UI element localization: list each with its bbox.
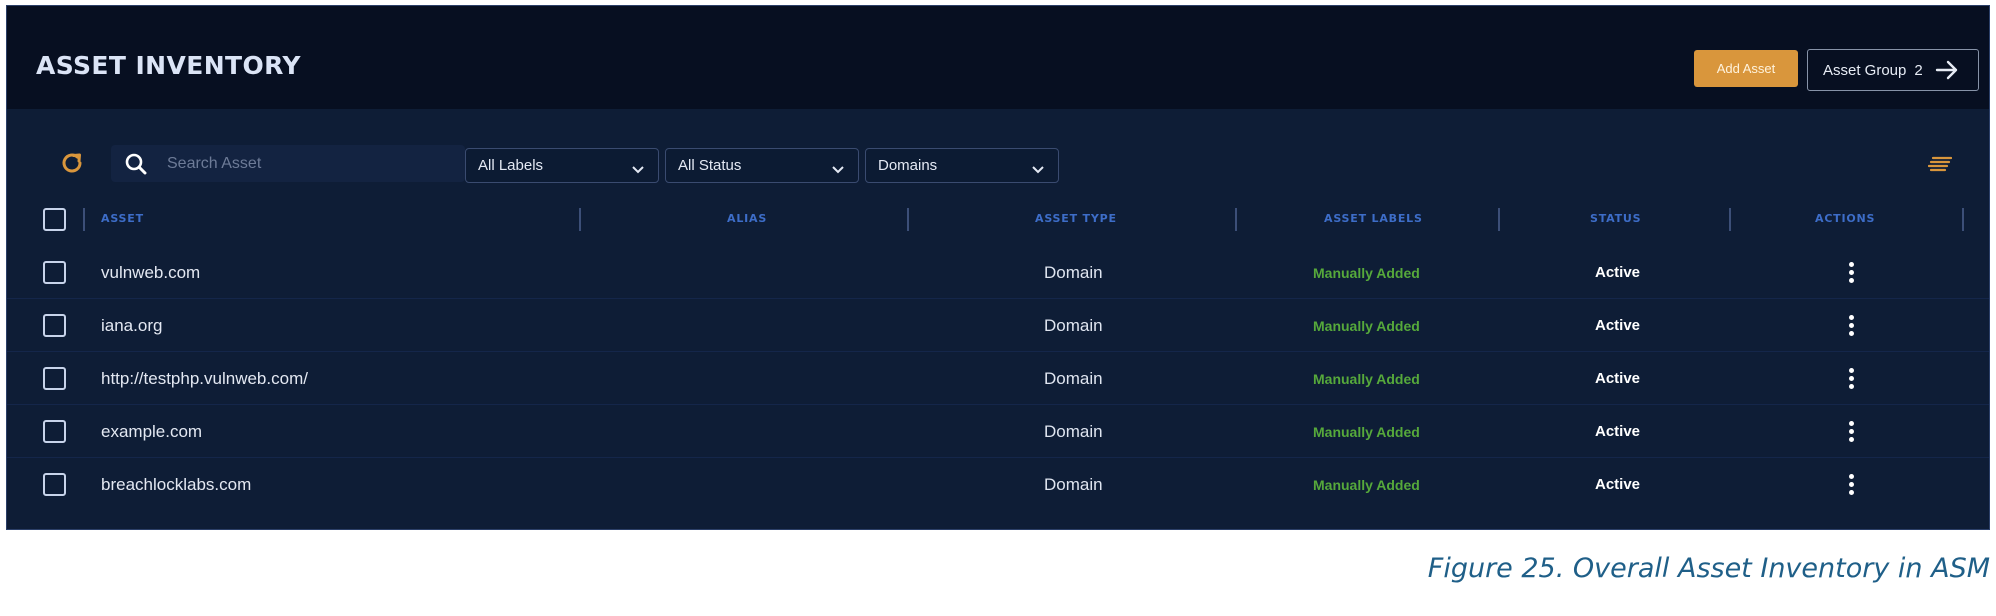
table-row[interactable]: http://testphp.vulnweb.com/ Domain Manua… [7,352,1989,405]
column-divider [907,208,909,231]
column-divider [579,208,581,231]
chevron-down-icon [1032,161,1044,178]
asset-name[interactable]: vulnweb.com [101,246,200,299]
column-divider [1235,208,1237,231]
refresh-icon[interactable] [59,150,85,176]
asset-inventory-panel: ASSET INVENTORY Add Asset Asset Group 2 … [6,5,1990,530]
asset-type: Domain [1044,421,1103,441]
column-divider [1962,208,1964,231]
asset-label-badge: Manually Added [1313,476,1420,493]
row-actions-button[interactable] [1849,352,1855,405]
asset-group-button[interactable]: Asset Group 2 [1807,49,1979,91]
asset-group-count: 2 [1914,61,1923,79]
status-filter-select[interactable]: All Status [665,148,859,183]
column-header-alias[interactable]: ALIAS [727,212,767,225]
column-header-status[interactable]: STATUS [1590,212,1641,225]
search-box[interactable] [111,145,465,182]
asset-type: Domain [1044,262,1103,282]
type-filter-select[interactable]: Domains [865,148,1059,183]
page-title: ASSET INVENTORY [36,51,301,80]
more-vertical-icon [1849,315,1855,336]
column-header-asset-labels[interactable]: ASSET LABELS [1324,212,1423,225]
labels-filter-select[interactable]: All Labels [465,148,659,183]
row-checkbox[interactable] [43,261,66,284]
column-header-asset-type[interactable]: ASSET TYPE [1035,212,1117,225]
asset-group-label: Asset Group [1823,61,1907,79]
status-badge: Active [1595,476,1641,493]
more-vertical-icon [1849,368,1855,389]
asset-label-badge: Manually Added [1313,264,1420,281]
column-settings-icon[interactable] [1927,156,1953,177]
asset-name[interactable]: iana.org [101,299,162,352]
status-badge: Active [1595,264,1641,281]
table-row[interactable]: iana.org Domain Manually Added Active [7,299,1989,352]
column-divider [83,208,85,231]
table-header: ASSET ALIAS ASSET TYPE ASSET LABELS STAT… [7,198,1989,242]
labels-filter-value: All Labels [478,157,544,174]
row-checkbox[interactable] [43,367,66,390]
asset-type: Domain [1044,368,1103,388]
status-badge: Active [1595,317,1641,334]
asset-type: Domain [1044,474,1103,494]
column-header-actions: ACTIONS [1815,212,1876,225]
column-header-asset[interactable]: ASSET [101,212,144,225]
chevron-down-icon [832,161,844,178]
row-checkbox[interactable] [43,314,66,337]
status-filter-value: All Status [678,157,742,174]
asset-label-badge: Manually Added [1313,370,1420,387]
figure-caption: Figure 25. Overall Asset Inventory in AS… [1427,553,1990,584]
more-vertical-icon [1849,474,1855,495]
asset-label-badge: Manually Added [1313,423,1420,440]
more-vertical-icon [1849,262,1855,283]
table-row[interactable]: vulnweb.com Domain Manually Added Active [7,246,1989,299]
type-filter-value: Domains [878,157,938,174]
row-checkbox[interactable] [43,473,66,496]
search-icon [125,153,147,180]
status-badge: Active [1595,370,1641,387]
row-checkbox[interactable] [43,420,66,443]
asset-name[interactable]: breachlocklabs.com [101,458,251,511]
select-all-checkbox[interactable] [43,208,66,231]
search-input[interactable] [167,145,457,182]
asset-name[interactable]: example.com [101,405,202,458]
status-badge: Active [1595,423,1641,440]
row-actions-button[interactable] [1849,458,1855,511]
asset-name[interactable]: http://testphp.vulnweb.com/ [101,352,308,405]
chevron-down-icon [632,161,644,178]
table-row[interactable]: example.com Domain Manually Added Active [7,405,1989,458]
column-divider [1729,208,1731,231]
row-actions-button[interactable] [1849,405,1855,458]
asset-label-badge: Manually Added [1313,317,1420,334]
arrow-right-icon [1935,60,1959,80]
row-actions-button[interactable] [1849,246,1855,299]
table-row[interactable]: breachlocklabs.com Domain Manually Added… [7,458,1989,511]
row-actions-button[interactable] [1849,299,1855,352]
page-header: ASSET INVENTORY Add Asset Asset Group 2 [7,6,1989,109]
asset-type: Domain [1044,315,1103,335]
more-vertical-icon [1849,421,1855,442]
column-divider [1498,208,1500,231]
add-asset-button[interactable]: Add Asset [1694,50,1798,87]
